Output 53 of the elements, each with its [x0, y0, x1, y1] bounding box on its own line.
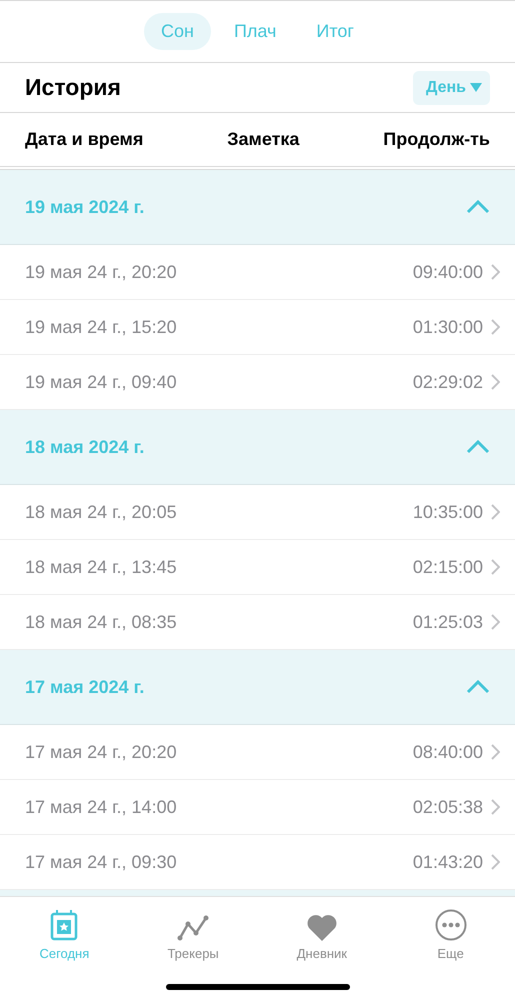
entry-datetime: 17 мая 24 г., 09:30: [25, 852, 178, 872]
entry-duration: 02:15:00: [412, 556, 483, 578]
column-header: Заметка: [227, 129, 300, 150]
chevron-up-icon[interactable]: [466, 440, 490, 454]
entry-duration: 10:35:00: [412, 502, 483, 522]
chevron-up-icon[interactable]: [466, 200, 490, 214]
chevron-right-icon[interactable]: [491, 319, 500, 335]
caret-icon: [470, 82, 482, 92]
more-icon: [434, 909, 467, 941]
section-title: История: [25, 74, 121, 101]
nav-tab[interactable]: Трекеры: [128, 905, 258, 961]
entry-duration: 01:25:03: [412, 612, 483, 632]
entry-datetime: 19 мая 24 г., 15:20: [25, 316, 178, 338]
entry-datetime: 19 мая 24 г., 09:40: [25, 372, 178, 392]
entry-duration: 01:43:20: [412, 852, 483, 872]
tab[interactable]: Сон: [144, 13, 211, 50]
entry-datetime: 17 мая 24 г., 20:20: [25, 742, 178, 762]
calendar-icon: [50, 909, 78, 941]
chevron-right-icon[interactable]: [491, 559, 500, 575]
chevron-right-icon[interactable]: [491, 374, 500, 390]
period-dropdown[interactable]: День: [413, 70, 490, 104]
date-group-header[interactable]: 18 мая 2024 г.: [0, 410, 515, 485]
column-header: Дата и время: [25, 129, 144, 150]
entry-datetime: 19 мая 24 г., 20:20: [25, 262, 178, 282]
nav-tab[interactable]: Дневник: [258, 905, 386, 961]
chevron-right-icon[interactable]: [491, 504, 500, 520]
tab[interactable]: Плач: [216, 13, 294, 50]
heart-icon: [306, 914, 337, 941]
chevron-right-icon[interactable]: [491, 854, 500, 870]
chevron-right-icon[interactable]: [491, 744, 500, 760]
date-group-header[interactable]: 17 мая 2024 г.: [0, 650, 515, 725]
tab[interactable]: Итог: [299, 13, 371, 50]
group-date: 19 мая 2024 г.: [25, 196, 144, 218]
entry-duration: 08:40:00: [412, 742, 483, 762]
nav-tab[interactable]: Еще: [386, 905, 515, 961]
date-group-header[interactable]: 19 мая 2024 г.: [0, 170, 515, 245]
entry-datetime: 18 мая 24 г., 20:05: [25, 502, 178, 522]
line-chart-icon: [177, 915, 210, 941]
column-header: Продолж-ть: [383, 129, 490, 150]
group-date: 18 мая 2024 г.: [25, 436, 144, 458]
entry-duration: 02:29:02: [412, 372, 483, 392]
nav-tab[interactable]: Сегодня: [0, 905, 129, 961]
chevron-right-icon[interactable]: [491, 614, 500, 630]
entry-duration: 02:05:38: [412, 796, 483, 818]
entry-datetime: 18 мая 24 г., 13:45: [25, 556, 178, 578]
chevron-right-icon[interactable]: [491, 264, 500, 280]
entry-datetime: 17 мая 24 г., 14:00: [25, 796, 178, 818]
chevron-up-icon[interactable]: [466, 680, 490, 694]
entry-duration: 09:40:00: [412, 262, 483, 282]
chevron-right-icon[interactable]: [491, 799, 500, 815]
entry-duration: 01:30:00: [412, 316, 483, 338]
entry-datetime: 18 мая 24 г., 08:35: [25, 612, 178, 632]
group-date: 17 мая 2024 г.: [25, 676, 144, 698]
